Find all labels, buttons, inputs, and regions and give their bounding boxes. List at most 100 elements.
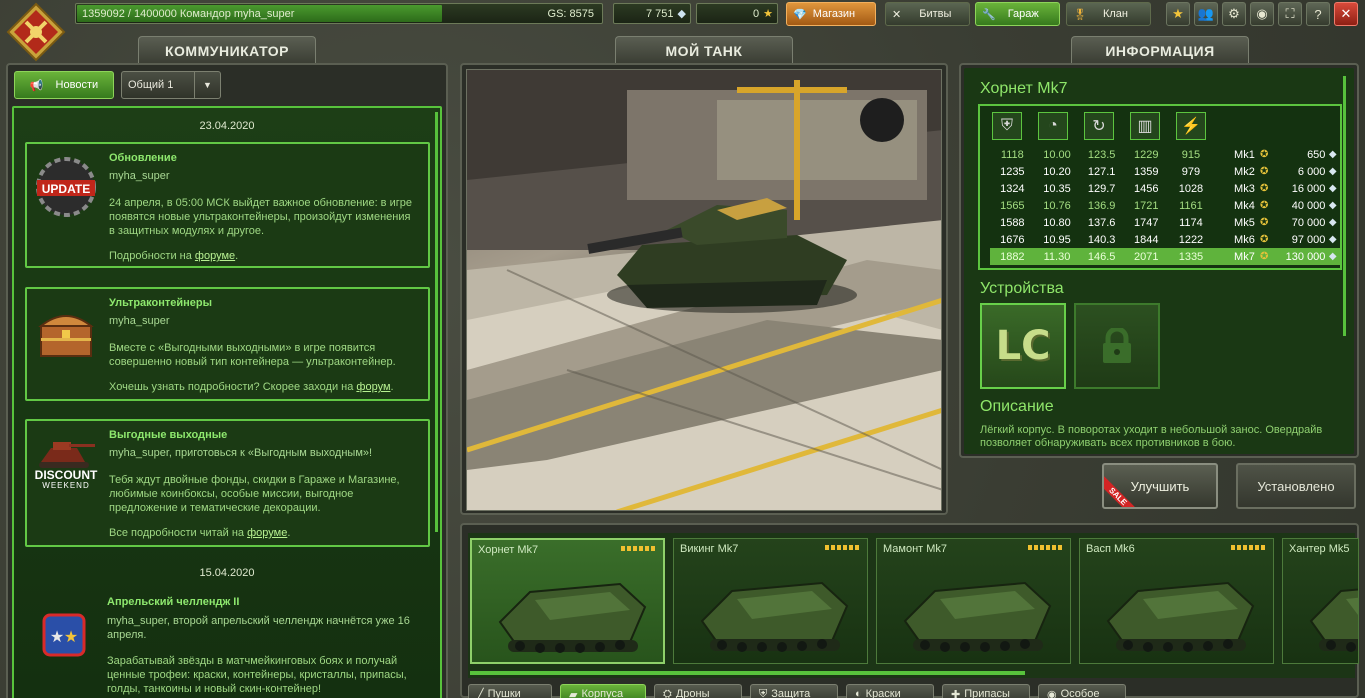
- item-title: Хорнет Mk7: [980, 80, 1068, 97]
- speaker-icon: ◉: [1256, 6, 1268, 21]
- tab-supplies[interactable]: ✚ Припасы: [942, 684, 1030, 698]
- crystals-counter[interactable]: 7 751 ◆: [613, 3, 691, 24]
- friends-button[interactable]: 👥: [1194, 2, 1218, 26]
- news-item[interactable]: UPDATE Обновление myha_super 24 апреля, …: [25, 142, 430, 268]
- stat-value: 136.9: [1087, 199, 1116, 212]
- tab-drone[interactable]: ⛭ Дроны: [654, 684, 742, 698]
- news-author: myha_super, приготовься к «Выгодным выхо…: [109, 447, 373, 459]
- favorites-button[interactable]: ★: [1166, 2, 1190, 26]
- garage-button[interactable]: 🔧 Гараж: [975, 2, 1060, 26]
- news-more-suffix: .: [235, 250, 239, 262]
- stars-counter[interactable]: 0 ★: [696, 3, 778, 24]
- garage-item[interactable]: Хорнет Mk7: [470, 538, 665, 664]
- crystal-icon: ◆: [1328, 149, 1337, 160]
- upgrade-dots: [825, 545, 859, 550]
- clan-button[interactable]: 🎖 Клан: [1066, 2, 1151, 26]
- tab-special[interactable]: ◉ Особое: [1038, 684, 1126, 698]
- rank-progress-bar: 1359092 / 1400000 Командор myha_super GS…: [75, 3, 603, 24]
- hull-image: [1106, 581, 1255, 652]
- tab-shield[interactable]: ⛨ Защита: [750, 684, 838, 698]
- shop-button[interactable]: 💎 Магазин: [786, 2, 876, 26]
- speed-icon: ◔: [1038, 112, 1068, 140]
- hull-icon: ▰: [569, 688, 578, 698]
- news-item[interactable]: Ультраконтейнеры myha_super Вместе с «Вы…: [25, 287, 430, 401]
- tab-gun[interactable]: ╱ Пушки: [468, 684, 552, 698]
- chevron-down-icon: ▼: [194, 72, 220, 98]
- stat-value: 1721: [1134, 199, 1159, 212]
- help-button[interactable]: ?: [1306, 2, 1330, 26]
- crystals-value: 7 751: [646, 7, 674, 20]
- info-panel: Хорнет Mk7 ⛨ ◔ ↻ ▥ ⚡ 1118 10.00 123.5 1229 915 Mk…: [959, 63, 1359, 458]
- garage-item[interactable]: Мамонт Mk7: [876, 538, 1071, 664]
- news-item[interactable]: DISCOUNT WEEKEND Выгодные выходные myha_…: [25, 419, 430, 547]
- stat-value: 1844: [1134, 233, 1159, 246]
- news-title: Ультраконтейнеры: [109, 297, 213, 309]
- stat-value: 10.80: [1043, 216, 1071, 229]
- star-icon: ★: [1172, 6, 1184, 21]
- supplies-icon: ✚: [951, 688, 961, 698]
- rank-required-icon: ✪: [1259, 166, 1269, 177]
- stats-row[interactable]: 1118 10.00 123.5 1229 915 Mk1 ✪ 650 ◆: [990, 146, 1340, 163]
- upgrade-dots: [1231, 545, 1265, 550]
- news-date: 23.04.2020: [199, 120, 255, 132]
- tank-preview[interactable]: [466, 69, 942, 511]
- hull-image: [903, 581, 1052, 652]
- armor-icon: ⛨: [992, 112, 1022, 140]
- discount-text: DISCOUNT: [34, 468, 98, 482]
- price: 6 000: [1297, 165, 1326, 178]
- news-more: Хочешь узнать подробности? Скорее заходи…: [109, 381, 394, 393]
- tab-hull[interactable]: ▰ Корпуса: [560, 684, 646, 698]
- news-date: 15.04.2020: [199, 567, 255, 579]
- mk-label: Mk4: [1234, 199, 1255, 212]
- channel-select[interactable]: Общий 1 ▼: [121, 71, 221, 99]
- stat-value: 11.30: [1043, 250, 1071, 263]
- stat-value: 10.35: [1043, 182, 1071, 195]
- price: 130 000: [1285, 250, 1326, 263]
- upgrade-button[interactable]: Улучшить SALE: [1102, 463, 1218, 509]
- battles-button[interactable]: ✕ Битвы: [885, 2, 970, 26]
- forum-link[interactable]: форуме: [195, 250, 235, 262]
- garage-label: Гараж: [1007, 8, 1039, 20]
- garage-scrollbar[interactable]: [470, 671, 1025, 675]
- fullscreen-button[interactable]: ⛶: [1278, 2, 1302, 26]
- stats-row[interactable]: 1676 10.95 140.3 1844 1222 Mk6 ✪ 97 000 ◆: [990, 231, 1340, 248]
- stats-row[interactable]: 1324 10.35 129.7 1456 1028 Mk3 ✪ 16 000 ◆: [990, 180, 1340, 197]
- tab-label: Пушки: [487, 688, 521, 698]
- settings-button[interactable]: ⚙: [1222, 2, 1246, 26]
- info-scrollbar[interactable]: [1343, 76, 1346, 336]
- close-button[interactable]: ✕: [1334, 2, 1358, 26]
- forum-link[interactable]: форуме: [247, 527, 287, 539]
- news-body: Вместе с «Выгодными выходными» в игре по…: [109, 342, 396, 368]
- news-scrollbar[interactable]: [435, 112, 438, 532]
- news-button[interactable]: 📢 Новости: [14, 71, 114, 99]
- sound-button[interactable]: ◉: [1250, 2, 1274, 26]
- stats-row[interactable]: 1565 10.76 136.9 1721 1161 Mk4 ✪ 40 000 ◆: [990, 197, 1340, 214]
- garage-item[interactable]: Викинг Mk7: [673, 538, 868, 664]
- tab-paint[interactable]: ◐ Краски: [846, 684, 934, 698]
- stats-row[interactable]: 1235 10.20 127.1 1359 979 Mk2 ✪ 6 000 ◆: [990, 163, 1340, 180]
- info-body: Хорнет Mk7 ⛨ ◔ ↻ ▥ ⚡ 1118 10.00 123.5 1229 915 Mk…: [964, 68, 1354, 454]
- device-slot-lc[interactable]: LC: [980, 303, 1066, 389]
- rank-emblem[interactable]: [6, 2, 66, 62]
- installed-button: Установлено: [1236, 463, 1356, 509]
- device-lc-label: LC: [995, 323, 1051, 369]
- stat-value: 1174: [1179, 216, 1203, 229]
- stats-row[interactable]: 1882 11.30 146.5 2071 1335 Mk7 ✪ 130 000 ◆: [990, 248, 1340, 265]
- upgrade-dots: [1028, 545, 1062, 550]
- hull-image: [498, 582, 647, 653]
- news-body: Тебя ждут двойные фонды, скидки в Гараже…: [109, 474, 400, 514]
- price: 40 000: [1291, 199, 1326, 212]
- forum-link[interactable]: форум: [356, 381, 390, 393]
- stat-value: 146.5: [1087, 250, 1116, 263]
- crystal-icon: ◆: [1328, 234, 1337, 245]
- device-slot-locked[interactable]: [1074, 303, 1160, 389]
- gun-icon: ╱: [477, 688, 484, 698]
- crystal-icon: ◆: [1328, 200, 1337, 211]
- news-title: Апрельский челлендж II: [107, 596, 240, 608]
- garage-item[interactable]: Хантер Mk5: [1282, 538, 1359, 664]
- news-item[interactable]: ★ ★ Апрельский челлендж II myha_super, вт…: [25, 588, 430, 698]
- garage-item[interactable]: Васп Mk6: [1079, 538, 1274, 664]
- mk-label: Mk2: [1234, 165, 1255, 178]
- weekend-text: WEEKEND: [42, 481, 90, 490]
- stats-row[interactable]: 1588 10.80 137.6 1747 1174 Mk5 ✪ 70 000 ◆: [990, 214, 1340, 231]
